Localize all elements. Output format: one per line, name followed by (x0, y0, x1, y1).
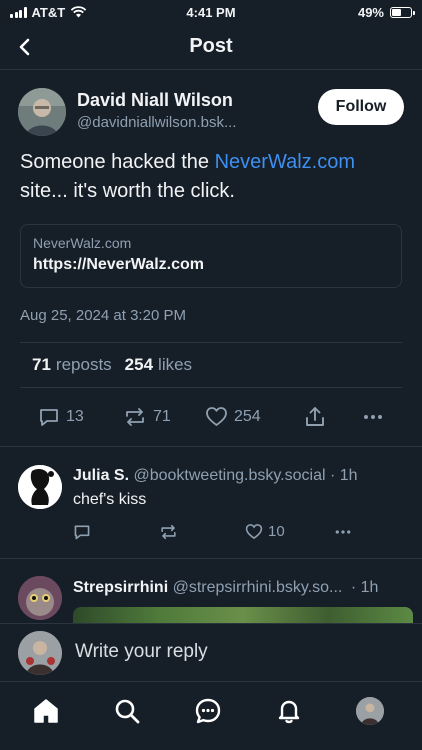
reply-item[interactable]: Strepsirrhini @strepsirrhini.bsky.so... … (0, 559, 422, 623)
reply-author-name[interactable]: Strepsirrhini (73, 579, 168, 596)
reply-time: · 1h (350, 579, 379, 596)
reply-header: Julia S. @booktweeting.bsky.social · 1h (73, 467, 358, 485)
share-button[interactable] (304, 406, 326, 428)
tab-profile[interactable] (353, 694, 387, 728)
like-button[interactable]: 254 (205, 406, 261, 427)
post-timestamp: Aug 25, 2024 at 3:20 PM (20, 307, 186, 324)
ellipsis-icon (335, 530, 351, 534)
reply-avatar[interactable] (18, 576, 62, 620)
follow-button[interactable]: Follow (318, 89, 404, 125)
reply-header: Strepsirrhini @strepsirrhini.bsky.so... … (73, 579, 378, 597)
reply-repost-button[interactable] (159, 523, 178, 545)
reply-item[interactable]: Julia S. @booktweeting.bsky.social · 1h … (0, 447, 422, 558)
profile-avatar (356, 697, 384, 725)
tab-chat[interactable] (191, 694, 225, 728)
author-avatar[interactable] (18, 88, 66, 136)
reply-input[interactable]: Write your reply (75, 641, 208, 663)
post-text-start: Someone hacked the (20, 151, 215, 173)
reply-count: 13 (66, 408, 84, 425)
like-count: 254 (234, 407, 261, 425)
reply-comment-button[interactable] (73, 523, 91, 545)
page-title: Post (189, 35, 233, 57)
reply-composer[interactable]: Write your reply (0, 623, 422, 681)
reply-more-button[interactable] (333, 523, 353, 545)
card-url: https://NeverWalz.com (33, 256, 204, 273)
comment-icon (40, 409, 58, 426)
ellipsis-icon (364, 415, 382, 419)
more-options-button[interactable] (362, 406, 384, 428)
reply-image[interactable] (73, 607, 413, 623)
bottom-tab-bar (0, 681, 422, 750)
tab-search[interactable] (110, 694, 144, 728)
heart-icon (245, 524, 263, 540)
reply-actions: 10 (73, 523, 373, 545)
card-domain: NeverWalz.com (33, 235, 132, 251)
reposts-count[interactable]: 71 (32, 355, 51, 375)
post-text-end: site... it's worth the click. (20, 180, 235, 202)
reply-avatar[interactable] (18, 465, 62, 509)
home-icon (34, 699, 58, 723)
current-user-avatar (18, 631, 62, 675)
author-handle[interactable]: @davidniallwilson.bsk... (77, 114, 236, 131)
likes-count[interactable]: 254 (125, 355, 153, 375)
heart-icon (206, 407, 227, 426)
bell-icon (278, 700, 300, 724)
repost-count: 71 (153, 408, 171, 425)
reply-author-name[interactable]: Julia S. (73, 467, 129, 484)
repost-button[interactable]: 71 (123, 406, 171, 428)
reply-author-handle[interactable]: @strepsirrhini.bsky.so... (173, 579, 343, 596)
reply-like-count: 10 (268, 523, 285, 540)
reply-author-handle[interactable]: @booktweeting.bsky.social (133, 467, 325, 484)
post-stats: 71 reposts 254 likes (20, 342, 402, 388)
repost-icon (126, 408, 144, 426)
author-name[interactable]: David Niall Wilson (77, 90, 233, 111)
reply-time: · 1h (329, 467, 358, 484)
post-actions: 13 71 254 (0, 398, 422, 436)
likes-label[interactable]: likes (158, 355, 192, 375)
comment-icon (74, 525, 90, 540)
clock: 4:41 PM (186, 4, 236, 20)
post-link[interactable]: NeverWalz.com (215, 151, 355, 173)
repost-icon (161, 524, 176, 540)
tab-home[interactable] (29, 694, 63, 728)
battery-icon (390, 6, 415, 18)
reposts-label[interactable]: reposts (56, 355, 112, 375)
post-header: Post (0, 24, 422, 70)
share-icon (306, 407, 324, 426)
chat-icon (195, 698, 221, 724)
search-icon (115, 699, 140, 724)
reply-text: chef's kiss (73, 491, 147, 508)
post-text: Someone hacked the NeverWalz.com site...… (20, 148, 405, 206)
reply-button[interactable]: 13 (38, 406, 84, 428)
status-bar: AT&T 4:41 PM 49% (0, 0, 422, 24)
tab-notifications[interactable] (272, 694, 306, 728)
link-preview-card[interactable]: NeverWalz.com https://NeverWalz.com (20, 224, 402, 288)
reply-like-button[interactable]: 10 (245, 523, 285, 540)
